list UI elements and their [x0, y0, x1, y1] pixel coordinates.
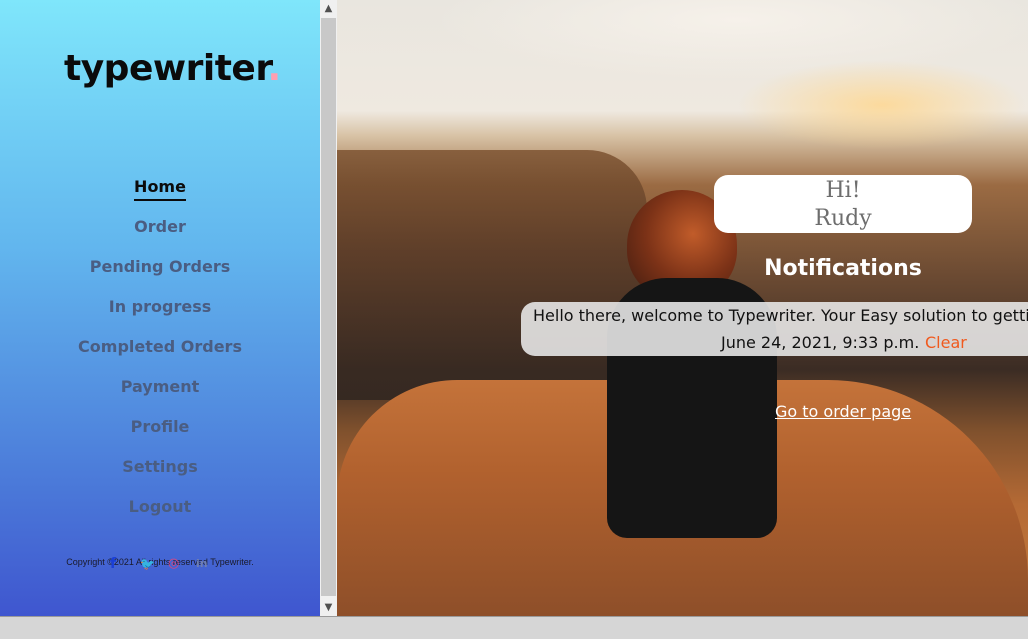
sidebar: typewriter. Home Order Pending Orders In…: [0, 0, 320, 616]
nav-item-profile[interactable]: Profile: [0, 412, 320, 452]
background-sky-glow: [737, 60, 1027, 150]
facebook-icon[interactable]: f: [110, 557, 116, 571]
footer-copyright: Copyright ©2021 All rights reserved Type…: [66, 557, 254, 567]
twitter-icon[interactable]: 🐦: [140, 557, 155, 571]
window-bottom-strip: [0, 616, 1028, 639]
background-person-silhouette: [587, 190, 807, 570]
notification-message: Hello there, welcome to Typewriter. Your…: [533, 306, 1028, 325]
brand-logo[interactable]: typewriter.: [64, 48, 281, 89]
nav-item-pending-orders[interactable]: Pending Orders: [0, 252, 320, 292]
sidebar-nav: Home Order Pending Orders In progress Co…: [0, 172, 320, 532]
scroll-thumb[interactable]: [321, 18, 336, 596]
nav-item-in-progress[interactable]: In progress: [0, 292, 320, 332]
nav-item-completed-orders[interactable]: Completed Orders: [0, 332, 320, 372]
linkedin-icon[interactable]: in: [196, 557, 208, 571]
scroll-up-icon[interactable]: ▲: [320, 0, 337, 17]
scroll-down-icon[interactable]: ▼: [320, 599, 337, 616]
instagram-icon[interactable]: ◎: [168, 557, 179, 571]
notifications-title: Notifications: [764, 256, 922, 281]
greeting-username: Rudy: [814, 206, 872, 231]
sidebar-scrollbar[interactable]: ▲ ▼: [320, 0, 337, 616]
notification-item: Hello there, welcome to Typewriter. Your…: [521, 302, 1028, 356]
greeting-line-1: Hi!: [825, 178, 861, 203]
brand-dot: .: [267, 48, 281, 89]
go-to-order-page-link[interactable]: Go to order page: [775, 402, 911, 421]
nav-item-settings[interactable]: Settings: [0, 452, 320, 492]
greeting-card: Hi! Rudy: [714, 175, 972, 233]
nav-item-order[interactable]: Order: [0, 212, 320, 252]
brand-name: typewriter: [64, 48, 268, 89]
nav-item-payment[interactable]: Payment: [0, 372, 320, 412]
clear-notification-link[interactable]: Clear: [925, 333, 967, 352]
nav-item-logout[interactable]: Logout: [0, 492, 320, 532]
notification-timestamp: June 24, 2021, 9:33 p.m.: [721, 333, 920, 352]
nav-item-home[interactable]: Home: [0, 172, 320, 212]
